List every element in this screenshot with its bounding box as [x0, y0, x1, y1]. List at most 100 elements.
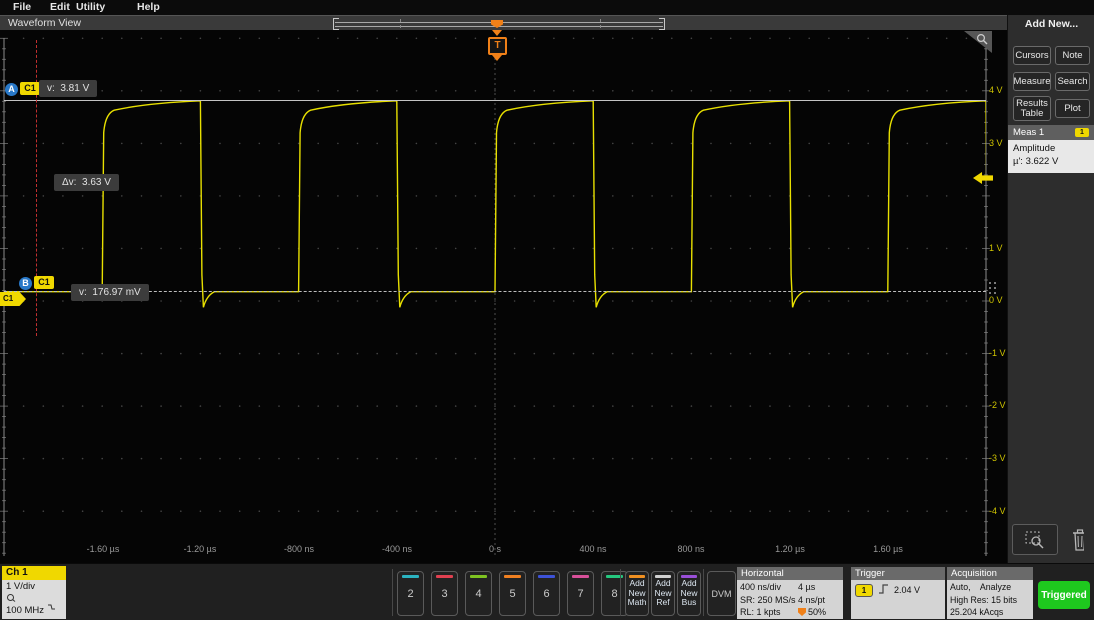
horizontal-panel[interactable]: Horizontal 400 ns/div4 µs SR: 250 MS/s4 …	[737, 567, 843, 619]
acquisition-resolution: High Res: 15 bits	[950, 594, 1033, 607]
trigger-panel[interactable]: Trigger 1 2.04 V	[851, 567, 945, 619]
cursor-delta-readout: Δv: 3.63 V	[54, 174, 119, 191]
add-new-ref-button[interactable]: Add New Ref	[651, 571, 675, 616]
y-axis-label: -2 V	[989, 400, 1006, 410]
search-button[interactable]: Search	[1055, 72, 1090, 91]
channel6-color-stripe	[538, 575, 556, 578]
channel2-color-stripe	[402, 575, 420, 578]
x-axis-label: 1.20 µs	[775, 544, 805, 554]
add-new-math-button[interactable]: Add New Math	[625, 571, 649, 616]
channel5-label: 5	[509, 588, 515, 600]
channel3-color-stripe	[436, 575, 454, 578]
graticule-and-waveform	[0, 0, 1007, 620]
divider	[620, 569, 621, 616]
overview-tick	[600, 19, 601, 28]
overview-tick	[400, 19, 401, 28]
x-axis-label: -1.60 µs	[87, 544, 120, 554]
divider	[703, 569, 704, 616]
cursor-b-source-badge[interactable]: C1	[34, 276, 54, 289]
add-new-math-label: Add New Math	[628, 579, 647, 607]
channel5-button[interactable]: 5	[499, 571, 526, 616]
panel-splitter-handle[interactable]	[989, 282, 996, 304]
trigger-source-badge: 1	[855, 584, 873, 597]
x-axis-label: 800 ns	[677, 544, 704, 554]
meas1-name: Amplitude	[1013, 142, 1094, 155]
menu-help[interactable]: Help	[137, 1, 160, 13]
results-sidebar: Add New... Cursors Note Measure Search R…	[1007, 15, 1094, 563]
plot-button[interactable]: Plot	[1055, 99, 1090, 118]
add-new-ref-label: Add New Ref	[655, 579, 672, 607]
y-axis-label: 3 V	[989, 138, 1003, 148]
x-axis-label: -400 ns	[382, 544, 412, 554]
x-axis-label: -1.20 µs	[184, 544, 217, 554]
channel8-button[interactable]: 8	[601, 571, 628, 616]
x-axis-label: -800 ns	[284, 544, 314, 554]
cursor-b-readout: v: 176.97 mV	[71, 284, 149, 301]
zoom-box-icon	[1024, 529, 1046, 551]
trigger-position-arrow-tip	[492, 55, 502, 61]
add-new-title: Add New...	[1008, 18, 1094, 30]
horizontal-window: 4 µs	[798, 581, 815, 594]
cursor-b-horizontal-bar[interactable]	[4, 291, 986, 292]
dvm-button[interactable]: DVM	[707, 571, 736, 616]
waveform-view-header: Waveform View	[0, 15, 1007, 30]
cursors-button[interactable]: Cursors	[1013, 46, 1051, 65]
channel6-button[interactable]: 6	[533, 571, 560, 616]
trigger-status-badge: Triggered	[1038, 581, 1090, 609]
channel1-scale: 1 V/div	[6, 581, 66, 593]
acquisition-panel[interactable]: Acquisition Auto, Analyze High Res: 15 b…	[947, 567, 1033, 619]
overview-left-bracket	[333, 18, 339, 30]
draw-zoom-box-button[interactable]	[1012, 524, 1058, 555]
ch1-waveform-trace	[4, 101, 1000, 307]
trigger-position-flag[interactable]: T	[488, 37, 507, 55]
results-table-button[interactable]: Results Table	[1013, 96, 1051, 121]
cursor-b-badge[interactable]: B	[19, 277, 32, 290]
channel1-level-marker[interactable]: C1	[0, 292, 26, 306]
channel2-button[interactable]: 2	[397, 571, 424, 616]
channel4-label: 4	[475, 588, 481, 600]
menu-utility[interactable]: Utility	[76, 1, 105, 13]
horizontal-position-icon	[798, 608, 806, 616]
channel1-title: Ch 1	[2, 566, 66, 580]
bus-color-stripe	[681, 575, 696, 578]
sample-rate: SR: 250 MS/s	[737, 594, 798, 607]
divider	[392, 569, 393, 616]
menu-edit[interactable]: Edit	[50, 1, 70, 13]
cursor-a-readout: v: 3.81 V	[39, 80, 97, 97]
meas1-source-badge: 1	[1075, 128, 1089, 137]
channel3-label: 3	[441, 588, 447, 600]
delete-button[interactable]	[1064, 526, 1090, 554]
acquisition-title: Acquisition	[947, 567, 1033, 580]
channel5-color-stripe	[504, 575, 522, 578]
horizontal-position: 50%	[808, 607, 826, 617]
add-new-bus-button[interactable]: Add New Bus	[677, 571, 701, 616]
cursor-a-horizontal-bar[interactable]	[4, 100, 986, 101]
trigger-level: 2.04 V	[894, 585, 920, 595]
channel4-button[interactable]: 4	[465, 571, 492, 616]
channel7-label: 7	[577, 588, 583, 600]
channel1-bandwidth: 100 MHz	[6, 605, 44, 616]
trigger-title: Trigger	[851, 567, 945, 580]
y-axis-label: -1 V	[989, 348, 1006, 358]
meas1-result[interactable]: Amplitude µ': 3.622 V	[1008, 140, 1094, 173]
y-axis-label: -4 V	[989, 506, 1006, 516]
channel7-button[interactable]: 7	[567, 571, 594, 616]
menu-file[interactable]: File	[13, 1, 31, 13]
channel3-button[interactable]: 3	[431, 571, 458, 616]
dvm-label: DVM	[712, 589, 732, 599]
trigger-level-arrow[interactable]	[973, 172, 993, 184]
waveform-view-title: Waveform View	[8, 17, 81, 29]
measure-button[interactable]: Measure	[1013, 72, 1051, 91]
note-button[interactable]: Note	[1055, 46, 1090, 65]
ref-color-stripe	[655, 575, 670, 578]
channel1-badge[interactable]: Ch 1 1 V/div 100 MHz	[2, 566, 66, 618]
channel2-label: 2	[407, 588, 413, 600]
record-length: RL: 1 kpts	[737, 606, 798, 619]
cursor-a-source-badge[interactable]: C1	[20, 82, 40, 95]
sample-interval: 4 ns/pt	[798, 594, 825, 607]
cursor-a-badge[interactable]: A	[5, 83, 18, 96]
channel8-label: 8	[611, 588, 617, 600]
trash-icon	[1070, 528, 1084, 552]
channel7-color-stripe	[572, 575, 590, 578]
y-axis-label: -3 V	[989, 453, 1006, 463]
